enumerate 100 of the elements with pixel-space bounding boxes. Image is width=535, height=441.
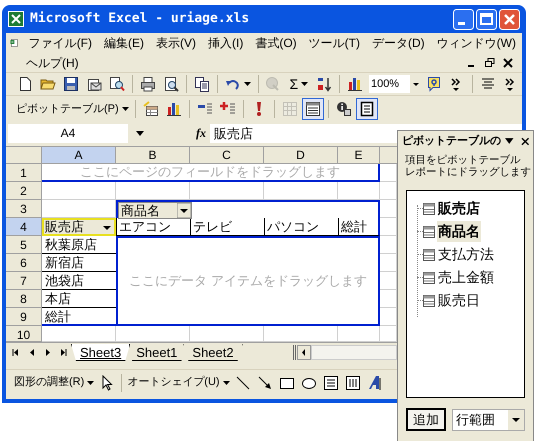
- save-icon: [63, 76, 79, 92]
- table-cell[interactable]: [190, 182, 264, 200]
- maximize-icon[interactable]: [476, 8, 497, 30]
- field-icon: [423, 226, 435, 238]
- row-header[interactable]: 3: [6, 200, 42, 218]
- menu-item[interactable]: ツール(T): [302, 34, 366, 52]
- menu-item[interactable]: 表示(V): [150, 34, 202, 52]
- restore-icon[interactable]: [484, 56, 496, 68]
- row-item-cell: 秋葉原店: [42, 236, 116, 254]
- row-header[interactable]: 6: [6, 254, 42, 272]
- column-item-cell: エアコン: [116, 218, 190, 236]
- field-settings-icon: [336, 101, 352, 117]
- document-icon: [358, 101, 375, 117]
- column-header[interactable]: A: [42, 147, 116, 164]
- menu-item[interactable]: ヘルプ(H): [24, 54, 466, 72]
- menu-item[interactable]: 挿入(I): [202, 34, 250, 52]
- caret-icon[interactable]: [301, 82, 308, 86]
- field-list-button[interactable]: [302, 98, 324, 120]
- line-icon: [234, 374, 251, 390]
- caret-icon[interactable]: [87, 380, 94, 384]
- column-header[interactable]: C: [190, 147, 264, 164]
- table-cell[interactable]: [116, 182, 190, 200]
- horizontal-scrollbar[interactable]: [310, 344, 397, 360]
- menu-button[interactable]: ピボットテーブル(P): [14, 99, 131, 119]
- menu-button[interactable]: 図形の調整(R): [12, 372, 96, 392]
- field-item[interactable]: 商品名: [437, 221, 481, 242]
- tab-next-icon[interactable]: [44, 348, 52, 356]
- print-preview-icon: [162, 76, 179, 92]
- help-icon: [426, 76, 442, 92]
- column-item-cell: パソコン: [264, 218, 338, 236]
- table-cell[interactable]: [42, 182, 116, 200]
- row-header[interactable]: 1: [6, 164, 42, 182]
- row-header[interactable]: 4: [6, 218, 42, 236]
- copy-icon: [194, 76, 210, 92]
- dropdown-icon[interactable]: [505, 138, 514, 144]
- tab-prev-icon[interactable]: [28, 348, 36, 356]
- area-dropdown[interactable]: 行範囲: [452, 408, 525, 430]
- sum-button[interactable]: Σ: [285, 74, 312, 94]
- sheet-tab[interactable]: Sheet3: [71, 344, 130, 361]
- row-header[interactable]: 8: [6, 290, 42, 308]
- add-button[interactable]: 追加: [406, 408, 446, 431]
- row-header[interactable]: 2: [6, 182, 42, 200]
- minimize-icon[interactable]: [453, 8, 474, 30]
- caret-icon[interactable]: [244, 82, 251, 86]
- dropdown-value: 行範囲: [455, 410, 496, 429]
- menu-item[interactable]: 編集(E): [98, 34, 150, 52]
- field-item[interactable]: 販売店: [437, 198, 481, 219]
- field-item[interactable]: 売上金額: [437, 267, 495, 288]
- table-cell[interactable]: [338, 182, 380, 200]
- row-item-cell: 本店: [42, 290, 116, 308]
- new-file-icon: [17, 76, 33, 92]
- sheet-tab[interactable]: Sheet2: [183, 344, 243, 361]
- format-report-icon: [142, 101, 159, 117]
- field-icon: [423, 294, 435, 306]
- chart-icon: [166, 101, 182, 117]
- panel-instructions: レポートにドラッグします: [405, 166, 531, 178]
- menu-item[interactable]: 書式(O): [249, 34, 303, 52]
- dropdown-icon[interactable]: [136, 130, 144, 136]
- textbox-icon: [322, 374, 339, 390]
- row-field-button[interactable]: 販売店: [42, 218, 116, 236]
- menu-item[interactable]: ウィンドウ(W): [430, 34, 522, 52]
- row-header[interactable]: 10: [6, 326, 42, 342]
- column-header[interactable]: D: [264, 147, 338, 164]
- research-icon: [109, 76, 125, 92]
- dropdown-icon[interactable]: [177, 203, 191, 218]
- caret-icon[interactable]: [122, 107, 129, 111]
- field-icon: [423, 272, 435, 284]
- caret-icon[interactable]: [222, 380, 230, 384]
- tab-last-icon[interactable]: [60, 348, 68, 356]
- name-box[interactable]: A4: [8, 124, 128, 142]
- field-item[interactable]: 支払方法: [437, 244, 495, 265]
- tab-first-icon[interactable]: [12, 348, 20, 356]
- function-button[interactable]: fx: [196, 124, 206, 142]
- column-field-button[interactable]: 商品名: [118, 202, 192, 219]
- grid-icon: [282, 101, 298, 117]
- row-item-cell: 新宿店: [42, 254, 116, 272]
- close-icon[interactable]: [502, 56, 514, 68]
- field-icon: [423, 248, 435, 260]
- row-header[interactable]: 5: [6, 236, 42, 254]
- envelope-icon: [86, 76, 102, 92]
- row-header[interactable]: 7: [6, 272, 42, 290]
- column-header[interactable]: E: [338, 147, 380, 164]
- document-button[interactable]: [356, 98, 378, 120]
- menu-button[interactable]: オートシェイプ(U): [125, 372, 232, 392]
- table-cell[interactable]: [264, 182, 338, 200]
- zoom-field[interactable]: 100%: [368, 75, 422, 93]
- scroll-left-icon[interactable]: [296, 344, 311, 360]
- menu-item[interactable]: データ(D): [366, 34, 431, 52]
- wordart-icon: [366, 374, 383, 390]
- refresh-icon: [256, 102, 262, 116]
- column-header[interactable]: B: [116, 147, 190, 164]
- dropdown-icon[interactable]: [410, 75, 422, 93]
- column-item-cell: テレビ: [190, 218, 264, 236]
- menu-item[interactable]: ファイル(F): [22, 34, 98, 52]
- field-item[interactable]: 販売日: [437, 290, 481, 311]
- close-icon[interactable]: [520, 136, 529, 146]
- dropdown-icon[interactable]: [508, 410, 524, 430]
- row-header[interactable]: 9: [6, 308, 42, 326]
- chart-icon: [346, 76, 363, 92]
- row-item-cell: 総計: [42, 308, 116, 326]
